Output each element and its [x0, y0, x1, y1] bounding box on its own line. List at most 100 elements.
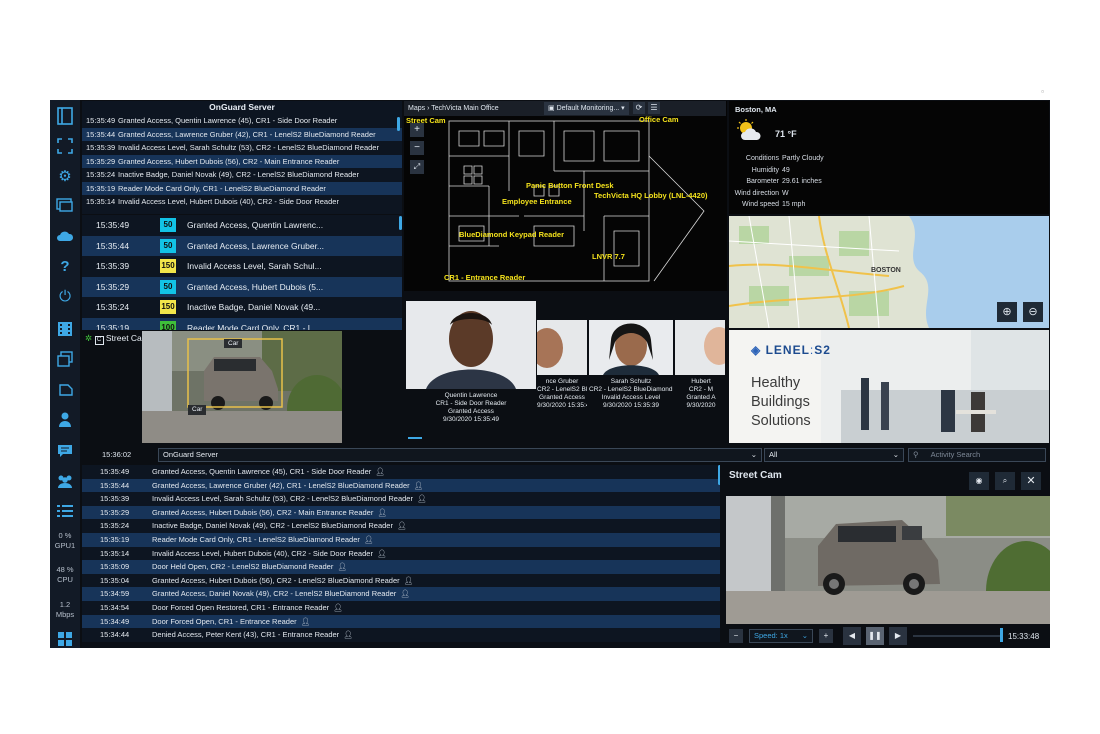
- search-zoom-icon[interactable]: ⌕: [995, 472, 1015, 490]
- breadcrumb-maps[interactable]: Maps: [408, 105, 425, 112]
- person-icon[interactable]: 👤︎: [400, 589, 410, 598]
- person-icon[interactable]: 👤︎: [301, 617, 311, 626]
- person-icon[interactable]: 👤︎: [333, 603, 343, 612]
- onguard-event-row[interactable]: 15:35:39 Invalid Access Level, Sarah Schu…: [82, 141, 402, 155]
- snapshot-camera-icon[interactable]: ◉: [969, 472, 989, 490]
- refresh-icon[interactable]: ⟳: [633, 102, 645, 114]
- zoom-in-button[interactable]: +: [410, 123, 424, 137]
- monitoring-select[interactable]: ▣ Default Monitoring... ▾: [544, 102, 629, 115]
- door-icon[interactable]: [53, 378, 77, 400]
- onguard-event-row[interactable]: 15:35:24 Inactive Badge, Daniel Novak (49…: [82, 168, 402, 182]
- map-label-hq-lobby[interactable]: TechVicta HQ Lobby (LNL-4420): [594, 191, 708, 200]
- person-icon[interactable]: 👤︎: [404, 576, 414, 585]
- scrollbar[interactable]: [718, 465, 720, 485]
- person-icon[interactable]: 👤︎: [337, 562, 347, 571]
- activity-row[interactable]: 15:35:24 Inactive Badge, Daniel Novak (49…: [82, 519, 720, 533]
- onguard-event-row[interactable]: 15:35:49 Granted Access, Quentin Lawrence…: [82, 114, 402, 128]
- person-icon[interactable]: 👤︎: [397, 521, 407, 530]
- cardholder-photos-secondary[interactable]: [537, 320, 725, 375]
- group-icon[interactable]: [53, 470, 77, 492]
- pager-indicator[interactable]: [408, 437, 422, 439]
- alarm-row[interactable]: 15:35:39 150 Invalid Access Level, Sarah S…: [82, 256, 402, 277]
- activity-row[interactable]: 15:35:29 Granted Access, Hubert Dubois (5…: [82, 505, 720, 520]
- step-back-icon[interactable]: ◀: [843, 627, 861, 645]
- activity-row[interactable]: 15:35:39 Invalid Access Level, Sarah Schu…: [82, 492, 720, 506]
- monitor-icon: ▣: [548, 105, 555, 112]
- onguard-event-row[interactable]: 15:35:19 Reader Mode Card Only, CR1 - Len…: [82, 181, 402, 195]
- help-icon[interactable]: ?: [53, 255, 77, 277]
- window-controls[interactable]: ▫: [1041, 87, 1044, 96]
- speed-down-button[interactable]: −: [729, 629, 743, 643]
- power-icon[interactable]: ⏻: [53, 285, 77, 307]
- onguard-event-row[interactable]: 15:35:29 Granted Access, Hubert Dubois (5…: [82, 154, 402, 168]
- map-label-employee-entrance[interactable]: Employee Entrance: [502, 197, 572, 206]
- scrollbar[interactable]: [399, 216, 402, 230]
- map-zoom-out-icon[interactable]: ⊖: [1023, 302, 1043, 322]
- person-icon[interactable]: [53, 408, 77, 430]
- person-icon[interactable]: 👤︎: [364, 535, 374, 544]
- scrollbar[interactable]: [397, 117, 400, 131]
- list-icon[interactable]: [53, 500, 77, 522]
- cloud-icon[interactable]: [53, 225, 77, 247]
- alarm-row[interactable]: 15:35:44 50 Granted Access, Lawrence Grube…: [82, 235, 402, 256]
- step-forward-icon[interactable]: ▶: [889, 627, 907, 645]
- activity-row[interactable]: 15:35:04 Granted Access, Hubert Dubois (5…: [82, 573, 720, 588]
- message-icon[interactable]: [53, 440, 77, 462]
- cardholder-photo-primary[interactable]: [406, 301, 536, 389]
- person-icon[interactable]: 👤︎: [343, 630, 353, 639]
- zoom-out-button[interactable]: −: [410, 141, 424, 155]
- event-time: 15:35:14: [86, 197, 116, 206]
- activity-row[interactable]: 15:34:44 Denied Access, Peter Kent (43), …: [82, 628, 720, 642]
- street-cam-large-video[interactable]: [726, 496, 1050, 624]
- alarm-row[interactable]: 15:35:19 100 Reader Mode Card Only, CR1 - …: [82, 317, 402, 330]
- person-icon[interactable]: 👤︎: [414, 481, 424, 490]
- expand-icon[interactable]: ⤢: [410, 160, 424, 174]
- alarm-row[interactable]: 15:35:24 150 Inactive Badge, Daniel Novak …: [82, 297, 402, 318]
- activity-row[interactable]: 15:34:59 Granted Access, Daniel Novak (49…: [82, 587, 720, 601]
- onguard-event-row[interactable]: 15:35:14 Invalid Access Level, Hubert Dub…: [82, 195, 402, 209]
- activity-search-input[interactable]: ⚲ Activity Search: [908, 448, 1046, 462]
- activity-row[interactable]: 15:34:54 Door Forced Open Restored, CR1 -…: [82, 600, 720, 615]
- activity-row[interactable]: 15:35:09 Door Held Open, CR2 - LenelS2 Bl…: [82, 560, 720, 574]
- activity-row[interactable]: 15:35:14 Invalid Access Level, Hubert Dub…: [82, 546, 720, 561]
- onguard-event-row[interactable]: 15:35:44 Granted Access, Lawrence Gruber …: [82, 127, 402, 141]
- activity-row[interactable]: 15:35:49 Granted Access, Quentin Lawrence…: [82, 465, 720, 479]
- panel-toggle-icon[interactable]: [53, 105, 77, 127]
- monitor-chat-icon[interactable]: [53, 195, 77, 217]
- alarm-row[interactable]: 15:35:29 50 Granted Access, Hubert Dubois …: [82, 276, 402, 297]
- activity-row[interactable]: 15:35:44 Granted Access, Lawrence Gruber …: [82, 478, 720, 493]
- settings-gear-icon[interactable]: ⚙: [53, 165, 77, 187]
- windows-icon[interactable]: [53, 628, 77, 650]
- map-label-keypad-reader[interactable]: BlueDiamond Keypad Reader: [459, 230, 564, 239]
- map-label-street-cam[interactable]: Street Cam: [406, 116, 446, 125]
- activity-time: 15:35:19: [100, 534, 130, 544]
- server-select[interactable]: OnGuard Server ⌄: [158, 448, 762, 462]
- street-cam-small-video[interactable]: [142, 331, 342, 443]
- alarm-row[interactable]: 15:35:49 50 Granted Access, Quentin Lawren…: [82, 215, 402, 236]
- map-label-panic-button[interactable]: Panic Button Front Desk: [526, 181, 614, 190]
- list-view-icon[interactable]: ☰: [648, 102, 660, 114]
- person-icon[interactable]: 👤︎: [377, 549, 387, 558]
- speed-up-button[interactable]: +: [819, 629, 833, 643]
- fullscreen-icon[interactable]: [53, 135, 77, 157]
- close-icon[interactable]: ✕: [1021, 472, 1041, 490]
- title-bar: ▫: [50, 86, 1050, 100]
- person-icon[interactable]: 👤︎: [377, 508, 387, 517]
- map-label-lnvr[interactable]: LNVR 7.7: [592, 252, 625, 261]
- gallery-icon[interactable]: [53, 348, 77, 370]
- person-icon[interactable]: 👤︎: [417, 494, 427, 503]
- filter-select[interactable]: All ⌄: [764, 448, 904, 462]
- map-label-office-cam[interactable]: Office Cam: [639, 115, 679, 124]
- pause-icon[interactable]: ❚❚: [866, 627, 884, 645]
- network-stat: 1.2 Mbps: [50, 600, 80, 620]
- video-icon[interactable]: [53, 318, 77, 340]
- map-label-entrance-reader[interactable]: CR1 - Entrance Reader: [444, 273, 525, 282]
- speed-select[interactable]: Speed: 1x ⌄: [749, 629, 813, 643]
- activity-row[interactable]: 15:34:49 Door Forced Open, CR1 - Entrance…: [82, 614, 720, 629]
- playback-timeline[interactable]: [913, 635, 1003, 637]
- person-icon[interactable]: 👤︎: [375, 467, 385, 476]
- playback-slider-handle[interactable]: [1000, 628, 1003, 642]
- map-zoom-in-icon[interactable]: ⊕: [997, 302, 1017, 322]
- activity-row[interactable]: 15:35:19 Reader Mode Card Only, CR1 - Len…: [82, 532, 720, 547]
- breadcrumb-current[interactable]: TechVicta Main Office: [431, 105, 498, 112]
